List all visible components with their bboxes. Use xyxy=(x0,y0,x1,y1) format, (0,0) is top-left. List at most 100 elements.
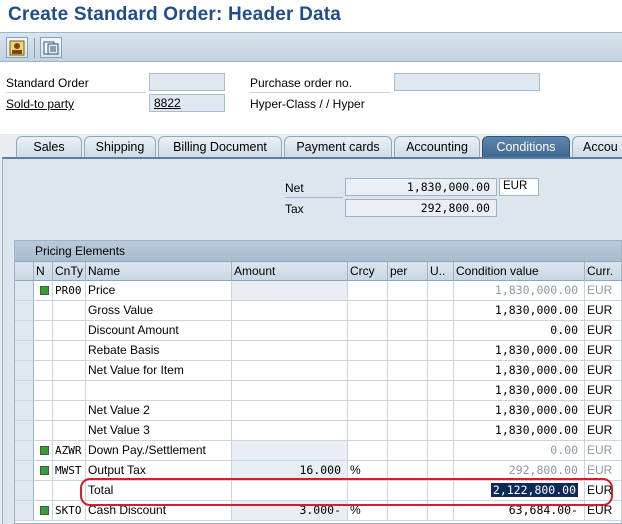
table-row[interactable]: SKTO Cash Discount 3.000-% 63,684.00- EUR xyxy=(15,501,622,521)
col-header-currency[interactable]: Curr. xyxy=(585,262,622,281)
row-selector[interactable] xyxy=(15,381,34,401)
divider xyxy=(285,197,343,198)
row-selector[interactable] xyxy=(15,421,34,441)
per-cell xyxy=(388,321,428,341)
status-cell xyxy=(34,361,53,381)
tab-payment-cards[interactable]: Payment cards xyxy=(284,136,392,158)
table-row[interactable]: Gross Value 1,830,000.00 EUR xyxy=(15,301,622,321)
tab-shipping[interactable]: Shipping xyxy=(84,136,156,158)
divider xyxy=(6,92,146,93)
tab-sales[interactable]: Sales xyxy=(16,136,82,158)
net-label: Net xyxy=(285,181,304,195)
row-selector[interactable] xyxy=(15,341,34,361)
sold-to-party-label[interactable]: Sold-to party xyxy=(6,97,74,111)
condition-value-cell: 1,830,000.00 xyxy=(454,281,585,301)
condition-name-cell: Down Pay./Settlement xyxy=(86,441,232,461)
document-overview-button[interactable] xyxy=(40,37,62,58)
row-selector[interactable] xyxy=(15,481,34,501)
amount-cell[interactable] xyxy=(232,281,348,301)
condition-value-cell: 63,684.00- xyxy=(454,501,585,521)
col-header-amount[interactable]: Amount xyxy=(232,262,348,281)
row-selector[interactable] xyxy=(15,361,34,381)
table-row[interactable]: Rebate Basis 1,830,000.00 EUR xyxy=(15,341,622,361)
table-row[interactable]: PR00 Price 1,830,000.00 EUR xyxy=(15,281,622,301)
condition-name-cell: Rebate Basis xyxy=(86,341,232,361)
crcy-cell xyxy=(348,441,388,461)
crcy-cell xyxy=(348,401,388,421)
table-row[interactable]: 1,830,000.00 EUR xyxy=(15,381,622,401)
condition-value-cell: 1,830,000.00 xyxy=(454,381,585,401)
amount-cell[interactable]: 3.000- xyxy=(232,501,348,521)
status-cell xyxy=(34,421,53,441)
tab-conditions[interactable]: Conditions xyxy=(482,136,570,158)
row-selector-header[interactable] xyxy=(15,262,34,281)
condition-type-cell: PR00 xyxy=(53,281,86,301)
per-cell xyxy=(388,381,428,401)
condition-type-cell: MWST xyxy=(53,461,86,481)
per-cell xyxy=(388,301,428,321)
condition-value-cell: 2,122,800.00 xyxy=(454,481,585,501)
condition-name-cell: Net Value 3 xyxy=(86,421,232,441)
condition-value-cell: 1,830,000.00 xyxy=(454,361,585,381)
amount-cell xyxy=(232,401,348,421)
condition-value-cell: 1,830,000.00 xyxy=(454,421,585,441)
col-header-cnty[interactable]: CnTy xyxy=(53,262,86,281)
row-selector[interactable] xyxy=(15,461,34,481)
unit-cell xyxy=(428,381,454,401)
col-header-n[interactable]: N xyxy=(34,262,53,281)
status-cell xyxy=(34,301,53,321)
amount-cell[interactable]: 16.000 xyxy=(232,461,348,481)
condition-name-cell xyxy=(86,381,232,401)
col-header-name[interactable]: Name xyxy=(86,262,232,281)
amount-cell[interactable] xyxy=(232,441,348,461)
col-header-crcy[interactable]: Crcy xyxy=(348,262,388,281)
person-button[interactable] xyxy=(6,37,28,58)
net-currency: EUR xyxy=(499,178,539,196)
table-row[interactable]: Net Value 3 1,830,000.00 EUR xyxy=(15,421,622,441)
unit-cell xyxy=(428,301,454,321)
amount-cell xyxy=(232,341,348,361)
condition-name-cell: Net Value for Item xyxy=(86,361,232,381)
per-cell xyxy=(388,441,428,461)
standard-order-field[interactable] xyxy=(149,73,225,91)
tab-billing-document[interactable]: Billing Document xyxy=(158,136,282,158)
crcy-cell xyxy=(348,341,388,361)
per-cell xyxy=(388,421,428,441)
condition-active-icon xyxy=(40,465,49,475)
amount-cell xyxy=(232,361,348,381)
col-header-unit[interactable]: U.. xyxy=(428,262,454,281)
sold-to-party-value: 8822 xyxy=(154,96,181,110)
table-row[interactable]: Total 2,122,800.00 EUR xyxy=(15,481,622,501)
condition-name-cell: Total xyxy=(86,481,232,501)
unit-cell xyxy=(428,481,454,501)
unit-cell xyxy=(428,361,454,381)
pricing-elements-grid: Pricing Elements N CnTy Name Amount Crcy… xyxy=(14,240,622,524)
tab-accounting-cut[interactable]: Accou xyxy=(572,136,622,158)
condition-type-cell: SKTO xyxy=(53,501,86,521)
table-row[interactable]: Net Value 2 1,830,000.00 EUR xyxy=(15,401,622,421)
unit-cell xyxy=(428,461,454,481)
table-row[interactable]: Net Value for Item 1,830,000.00 EUR xyxy=(15,361,622,381)
row-selector[interactable] xyxy=(15,321,34,341)
table-row[interactable]: AZWR Down Pay./Settlement 0.00 EUR xyxy=(15,441,622,461)
tab-accounting[interactable]: Accounting xyxy=(394,136,480,158)
sold-to-party-field[interactable]: 8822 xyxy=(149,94,225,112)
status-cell xyxy=(34,321,53,341)
unit-cell xyxy=(428,401,454,421)
per-cell xyxy=(388,481,428,501)
document-overview-icon xyxy=(43,41,59,54)
tax-value: 292,800.00 xyxy=(345,199,497,217)
table-row[interactable]: MWST Output Tax 16.000% 292,800.00 EUR xyxy=(15,461,622,481)
purchase-order-field[interactable] xyxy=(394,73,540,91)
row-selector[interactable] xyxy=(15,401,34,421)
row-selector[interactable] xyxy=(15,281,34,301)
col-header-condition-value[interactable]: Condition value xyxy=(454,262,585,281)
col-header-per[interactable]: per xyxy=(388,262,428,281)
table-row[interactable]: Discount Amount 0.00 EUR xyxy=(15,321,622,341)
status-cell xyxy=(34,441,53,461)
row-selector[interactable] xyxy=(15,301,34,321)
customer-name: Hyper-Class / / Hyper xyxy=(250,97,365,111)
row-selector[interactable] xyxy=(15,441,34,461)
row-selector[interactable] xyxy=(15,501,34,521)
window-title: Create Standard Order: Header Data xyxy=(8,4,342,25)
